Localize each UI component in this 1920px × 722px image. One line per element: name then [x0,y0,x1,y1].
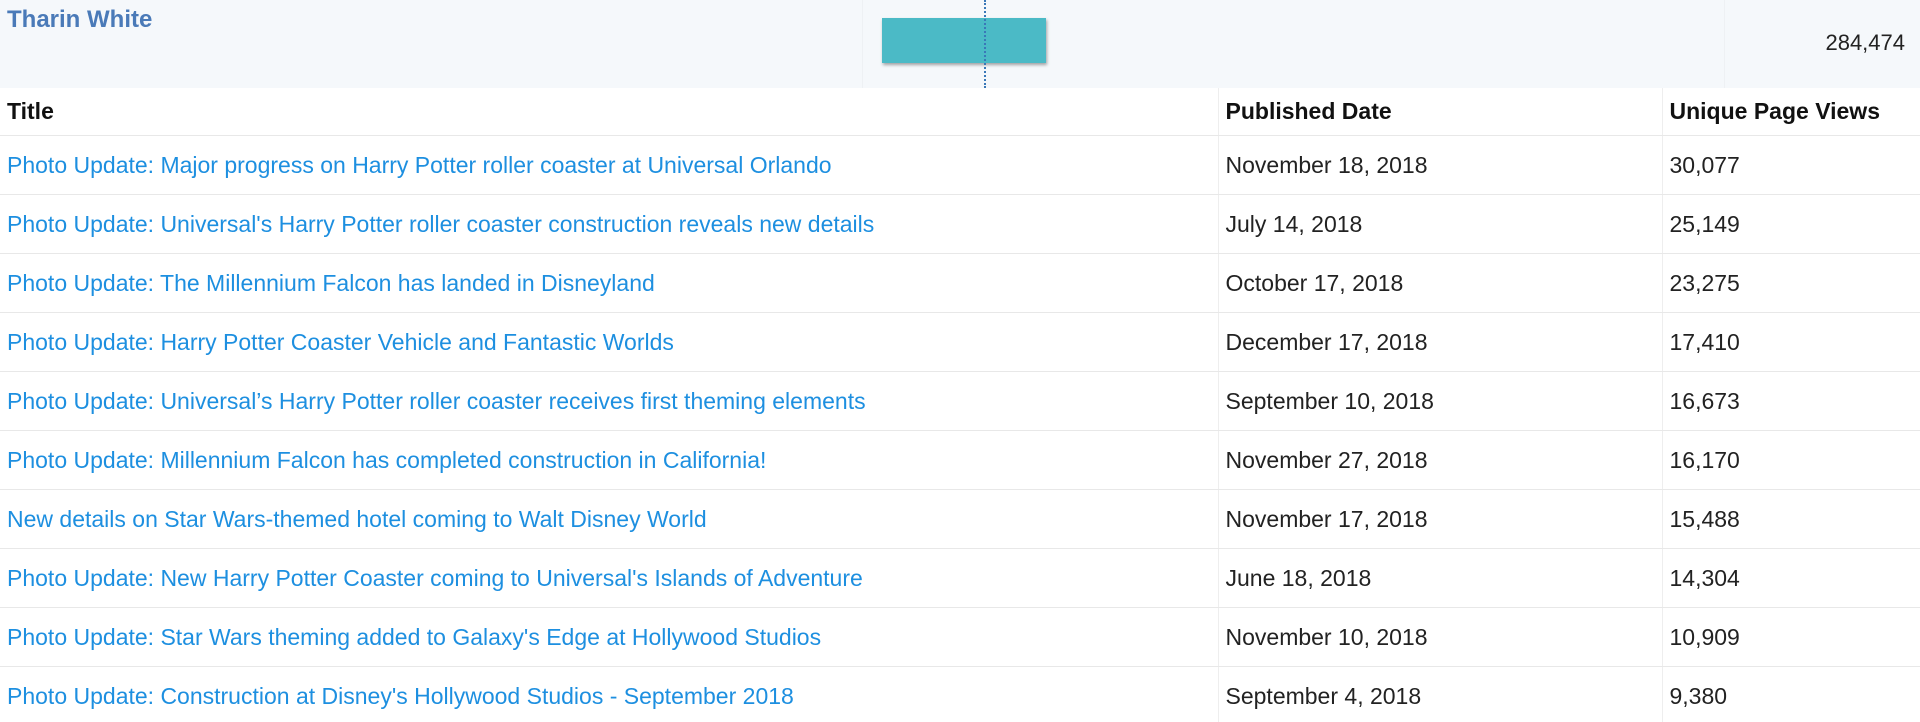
column-header-title[interactable]: Title [0,88,1219,136]
post-title-link[interactable]: Photo Update: Major progress on Harry Po… [7,152,832,178]
total-views-cell: 284,474 [1724,0,1920,88]
post-title-link[interactable]: Photo Update: Star Wars theming added to… [7,624,821,650]
unique-page-views-cell: 15,488 [1662,489,1920,549]
published-date-cell: July 14, 2018 [1218,194,1663,254]
post-title-cell: Photo Update: Star Wars theming added to… [0,607,1219,667]
post-title-link[interactable]: Photo Update: Universal's Harry Potter r… [7,211,874,237]
author-summary-row: Tharin White 284,474 [0,0,1920,88]
post-title-cell: Photo Update: Universal's Harry Potter r… [0,194,1219,254]
total-views-value: 284,474 [1825,30,1905,55]
views-bar-cell [862,0,1725,88]
published-date-cell: November 27, 2018 [1218,430,1663,490]
published-date-cell: November 17, 2018 [1218,489,1663,549]
unique-page-views-cell: 25,149 [1662,194,1920,254]
post-title-link[interactable]: Photo Update: Harry Potter Coaster Vehic… [7,329,674,355]
published-date-cell: June 18, 2018 [1218,548,1663,608]
post-title-cell: Photo Update: New Harry Potter Coaster c… [0,548,1219,608]
unique-page-views-cell: 14,304 [1662,548,1920,608]
table-row: Photo Update: Construction at Disney's H… [0,666,1920,722]
column-header-published-date[interactable]: Published Date [1218,88,1663,136]
unique-page-views-cell: 17,410 [1662,312,1920,372]
table-row: Photo Update: The Millennium Falcon has … [0,253,1920,313]
post-title-cell: New details on Star Wars-themed hotel co… [0,489,1219,549]
published-date-cell: November 10, 2018 [1218,607,1663,667]
unique-page-views-cell: 23,275 [1662,253,1920,313]
table-row: New details on Star Wars-themed hotel co… [0,489,1920,549]
author-report: Tharin White 284,474 Title Published Dat… [0,0,1920,722]
published-date-cell: September 4, 2018 [1218,666,1663,722]
unique-page-views-cell: 16,673 [1662,371,1920,431]
table-row: Photo Update: Universal’s Harry Potter r… [0,371,1920,431]
table-row: Photo Update: Universal's Harry Potter r… [0,194,1920,254]
published-date-cell: September 10, 2018 [1218,371,1663,431]
published-date-cell: November 18, 2018 [1218,135,1663,195]
author-name-link[interactable]: Tharin White [7,6,152,34]
post-title-link[interactable]: New details on Star Wars-themed hotel co… [7,506,707,532]
column-header-unique-page-views[interactable]: Unique Page Views [1662,88,1920,136]
views-bar [882,18,1046,63]
post-title-cell: Photo Update: Major progress on Harry Po… [0,135,1219,195]
table-row: Photo Update: Star Wars theming added to… [0,607,1920,667]
unique-page-views-cell: 16,170 [1662,430,1920,490]
table-row: Photo Update: New Harry Potter Coaster c… [0,548,1920,608]
post-title-link[interactable]: Photo Update: Construction at Disney's H… [7,683,794,709]
published-date-cell: October 17, 2018 [1218,253,1663,313]
post-title-cell: Photo Update: Harry Potter Coaster Vehic… [0,312,1219,372]
post-title-cell: Photo Update: Universal’s Harry Potter r… [0,371,1219,431]
post-title-link[interactable]: Photo Update: The Millennium Falcon has … [7,270,655,296]
post-title-cell: Photo Update: Construction at Disney's H… [0,666,1219,722]
average-reference-line [984,0,986,88]
unique-page-views-cell: 10,909 [1662,607,1920,667]
unique-page-views-cell: 9,380 [1662,666,1920,722]
table-row: Photo Update: Major progress on Harry Po… [0,135,1920,195]
table-row: Photo Update: Millennium Falcon has comp… [0,430,1920,490]
post-title-link[interactable]: Photo Update: New Harry Potter Coaster c… [7,565,863,591]
posts-table: Title Published Date Unique Page Views P… [0,88,1920,722]
post-title-link[interactable]: Photo Update: Universal’s Harry Potter r… [7,388,866,414]
post-title-cell: Photo Update: The Millennium Falcon has … [0,253,1219,313]
post-title-cell: Photo Update: Millennium Falcon has comp… [0,430,1219,490]
unique-page-views-cell: 30,077 [1662,135,1920,195]
table-row: Photo Update: Harry Potter Coaster Vehic… [0,312,1920,372]
table-header-row: Title Published Date Unique Page Views [0,88,1920,136]
published-date-cell: December 17, 2018 [1218,312,1663,372]
post-title-link[interactable]: Photo Update: Millennium Falcon has comp… [7,447,766,473]
